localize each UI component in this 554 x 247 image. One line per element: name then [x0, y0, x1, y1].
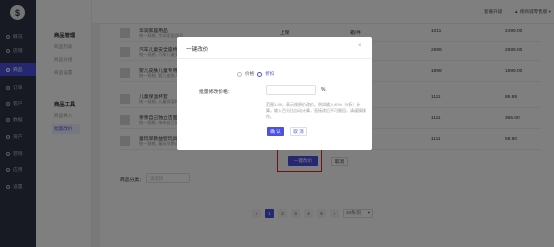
radio-price[interactable] [237, 71, 242, 77]
close-icon[interactable]: × [358, 43, 362, 49]
confirm-button[interactable]: 确 认 [267, 127, 284, 136]
bulk-price-input[interactable] [266, 85, 316, 95]
radio-percent-label[interactable]: 折扣 [265, 71, 274, 77]
dialog-title: 一键改价 [186, 47, 209, 53]
dialog-cancel-button[interactable]: 取 消 [290, 127, 307, 136]
bulk-price-label: 批量修改价格： [199, 90, 233, 95]
radio-percent[interactable] [257, 71, 263, 77]
price-mode-radio-group: 价格 折扣 [237, 71, 274, 77]
divider [177, 58, 372, 59]
bulk-price-dialog: 一键改价 × 价格 折扣 批量修改价格： % 范围1-99，表示按原价改价。例如… [177, 37, 372, 150]
hint-text: 范围1-99，表示按原价改价。例如输入90%（9折）计算。输入百分比自动计算，直… [266, 102, 366, 120]
radio-price-label[interactable]: 价格 [245, 71, 254, 77]
percent-unit: % [321, 87, 326, 93]
